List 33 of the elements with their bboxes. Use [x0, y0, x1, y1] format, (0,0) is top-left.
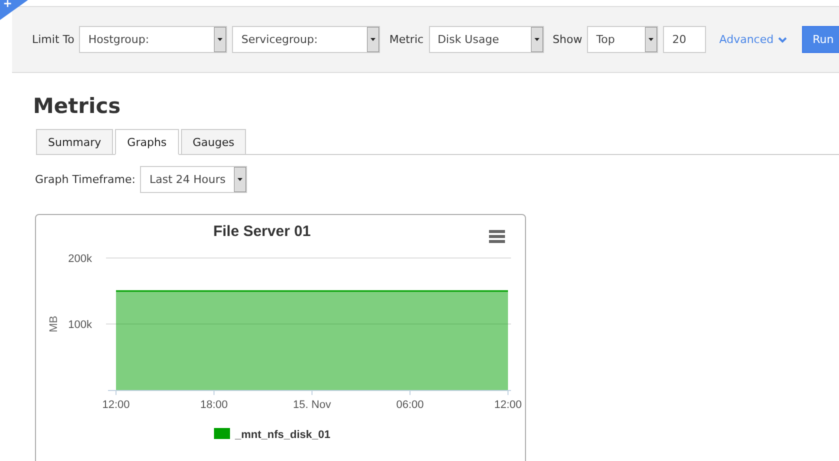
dropdown-arrow-icon	[530, 27, 543, 52]
dropdown-arrow-icon	[367, 27, 380, 52]
dropdown-arrow-icon	[234, 167, 246, 192]
timeframe-label: Graph Timeframe:	[35, 173, 136, 186]
show-label: Show	[552, 33, 582, 46]
y-tick-label: 200k	[68, 253, 92, 265]
timeframe-select[interactable]: Last 24 Hours	[140, 166, 248, 193]
x-tick-label: 18:00	[200, 399, 228, 411]
legend-label[interactable]: _mnt_nfs_disk_01	[235, 429, 330, 441]
hostgroup-select[interactable]: Hostgroup:	[79, 26, 228, 53]
servicegroup-select[interactable]: Servicegroup:	[232, 26, 380, 53]
limit-label: Limit To	[32, 33, 74, 46]
show-select[interactable]: Top	[587, 26, 658, 53]
x-tick-label: 12:00	[494, 399, 522, 411]
count-field[interactable]: 20	[663, 26, 706, 53]
tab[interactable]: Gauges	[180, 129, 246, 154]
run-button[interactable]: Run	[802, 26, 839, 53]
x-tick-label: 15. Nov	[293, 399, 331, 411]
plus-label: +	[3, 0, 12, 10]
y-axis-title: MB	[48, 316, 60, 332]
menu-icon[interactable]	[489, 230, 505, 243]
x-tick-label: 12:00	[102, 399, 130, 411]
page-title: Metrics	[33, 93, 121, 119]
dropdown-arrow-icon	[214, 27, 226, 52]
metric-label: Metric	[389, 33, 424, 46]
tab[interactable]: Graphs	[115, 129, 179, 155]
x-tick-label: 06:00	[396, 399, 424, 411]
chevron-down-icon	[778, 36, 787, 42]
y-tick-label: 100k	[68, 319, 92, 331]
metric-select[interactable]: Disk Usage	[428, 26, 544, 53]
chart-title: File Server 01	[213, 223, 311, 240]
dropdown-arrow-icon	[645, 27, 658, 52]
tab[interactable]: Summary	[36, 129, 114, 154]
